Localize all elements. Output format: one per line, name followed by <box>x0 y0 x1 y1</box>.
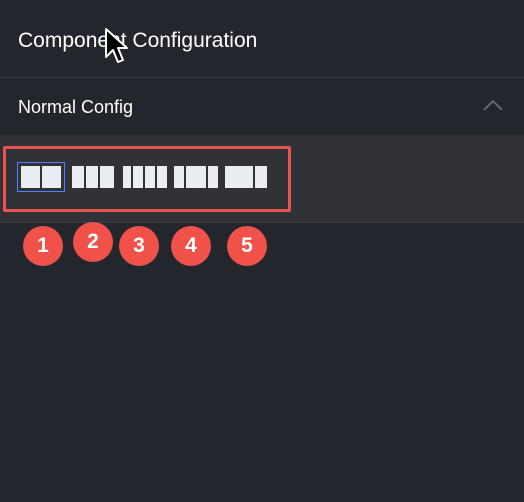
mouse-cursor-icon <box>105 28 128 63</box>
step-badge-5: 5 <box>227 226 267 266</box>
layout-option-1-2-1[interactable] <box>174 166 218 188</box>
step-badge-1: 1 <box>23 226 63 266</box>
step-badge-4: 4 <box>171 226 211 266</box>
layout-option-1-1-1[interactable] <box>72 166 114 188</box>
chevron-up-icon[interactable] <box>482 98 504 112</box>
layout-option-2-1[interactable] <box>225 166 267 188</box>
step-badge-3: 3 <box>119 226 159 266</box>
layout-option-1-1-1-1[interactable] <box>123 166 167 188</box>
panel-title: Component Configuration <box>18 29 258 52</box>
step-badge-2: 2 <box>73 222 113 262</box>
layout-option-1-1[interactable] <box>17 162 65 192</box>
section-title: Normal Config <box>18 97 134 117</box>
panel-header: Component Configuration <box>0 0 524 78</box>
normal-config-section-header[interactable]: Normal Config <box>0 79 524 135</box>
